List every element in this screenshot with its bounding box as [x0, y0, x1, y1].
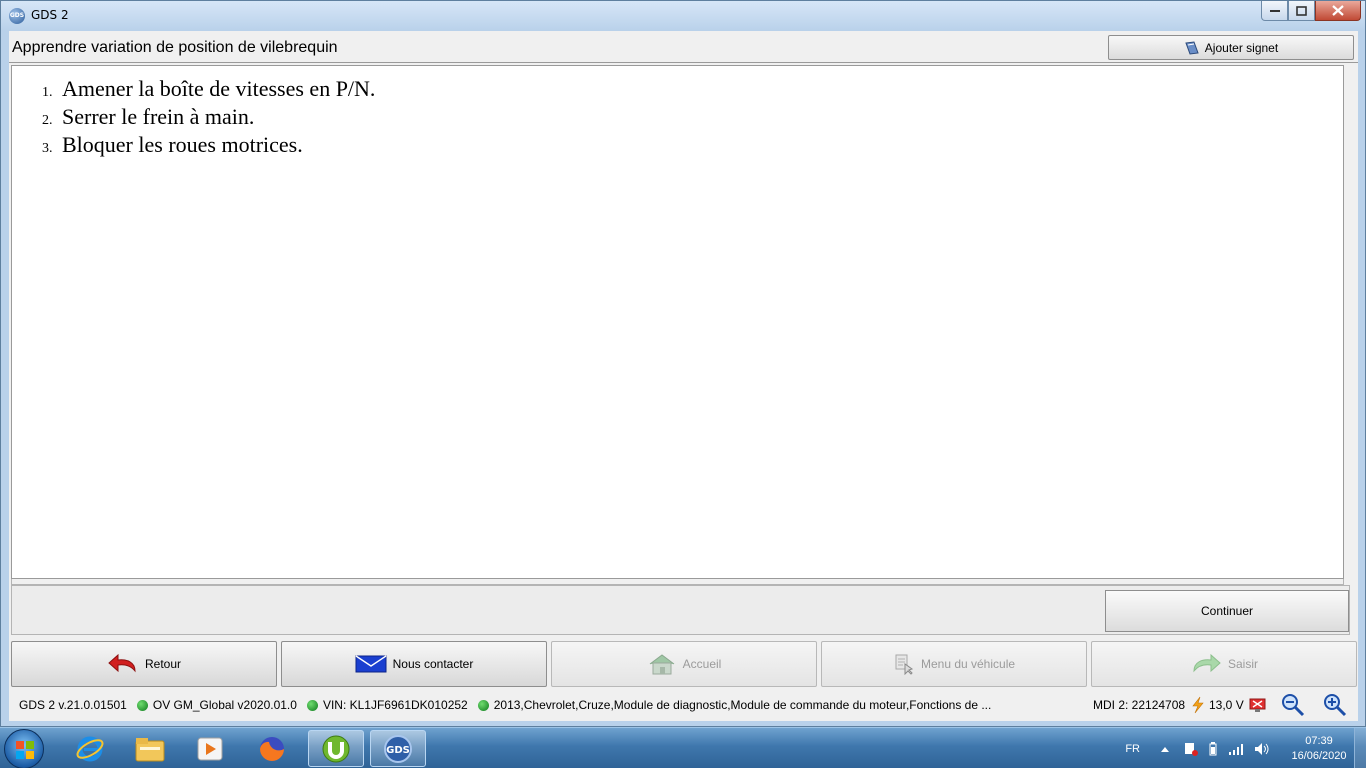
internet-explorer-icon	[76, 736, 104, 761]
taskbar-media-player[interactable]	[182, 730, 238, 767]
clock[interactable]: 07:39 16/06/2020	[1284, 734, 1354, 764]
voltage-text: 13,0 V	[1209, 698, 1244, 712]
voltage-status: 13,0 V	[1191, 696, 1244, 714]
version-text: GDS 2 v.21.0.01501	[19, 698, 127, 712]
minimize-button[interactable]	[1261, 1, 1288, 21]
vin-status: VIN: KL1JF6961DK010252	[306, 698, 468, 712]
windows-logo-icon	[16, 741, 34, 759]
vehicle-menu-label: Menu du véhicule	[920, 657, 1016, 671]
zoom-in-button[interactable]	[1323, 693, 1347, 720]
back-label: Retour	[144, 657, 182, 671]
status-ok-icon	[477, 699, 489, 711]
network-icon[interactable]	[1228, 743, 1244, 755]
show-desktop-button[interactable]	[1354, 728, 1366, 768]
enter-label: Saisir	[1227, 657, 1258, 671]
step-text: Serrer le frein à main.	[62, 104, 255, 129]
utorrent-icon	[322, 735, 350, 762]
firefox-icon	[260, 736, 284, 761]
clock-date: 16/06/2020	[1291, 749, 1347, 762]
version-status: GDS 2 v.21.0.01501	[19, 698, 127, 712]
client-area: Apprendre variation de position de vileb…	[9, 31, 1358, 721]
gds-icon: GDS	[384, 734, 412, 763]
step-number: 2.	[42, 113, 53, 128]
continue-button[interactable]: Continuer	[1105, 590, 1349, 632]
step-number: 1.	[42, 85, 53, 100]
taskbar-file-explorer[interactable]	[122, 730, 178, 767]
minimize-icon	[1269, 9, 1280, 12]
add-bookmark-button[interactable]: Ajouter signet	[1108, 35, 1354, 60]
zoom-out-icon	[1282, 694, 1305, 717]
taskbar-gds2[interactable]: GDS	[370, 730, 426, 767]
step-item: 3. Bloquer les roues motrices.	[42, 132, 375, 160]
database-text: OV GM_Global v2020.01.0	[152, 698, 297, 712]
taskbar-internet-explorer[interactable]	[62, 730, 118, 767]
connection-icon[interactable]	[1249, 697, 1267, 716]
gds-app-icon: GDS	[9, 8, 25, 24]
restore-icon	[1296, 5, 1307, 16]
taskbar-utorrent[interactable]	[308, 730, 364, 767]
mdi-status: MDI 2: 22124708	[1093, 698, 1185, 712]
home-button[interactable]: Accueil	[551, 641, 817, 687]
vehicle-menu-icon	[893, 653, 915, 675]
step-number: 3.	[42, 141, 53, 156]
step-text: Amener la boîte de vitesses en P/N.	[62, 76, 376, 101]
navigation-bar: Retour Nous contacter Accueil Menu du vé…	[9, 639, 1358, 689]
taskbar-firefox[interactable]	[244, 730, 300, 767]
taskbar: GDS FR 07:39 16/06/2020	[0, 727, 1366, 768]
close-icon	[1332, 5, 1344, 16]
step-text: Bloquer les roues motrices.	[62, 132, 303, 157]
title-bar[interactable]: GDS GDS 2	[1, 1, 1366, 31]
envelope-icon	[355, 654, 387, 674]
volume-icon[interactable]	[1254, 742, 1270, 756]
start-button[interactable]	[4, 729, 44, 768]
vehicle-text: 2013,Chevrolet,Cruze,Module de diagnosti…	[493, 698, 992, 712]
home-icon	[647, 652, 677, 676]
language-indicator[interactable]: FR	[1125, 743, 1140, 755]
vin-text: VIN: KL1JF6961DK010252	[322, 698, 468, 712]
lightning-icon	[1192, 696, 1204, 714]
enter-button[interactable]: Saisir	[1091, 641, 1357, 687]
maximize-button[interactable]	[1288, 1, 1315, 21]
back-arrow-icon	[107, 654, 139, 674]
step-item: 1. Amener la boîte de vitesses en P/N.	[42, 76, 375, 104]
svg-text:GDS: GDS	[386, 745, 410, 756]
forward-arrow-icon	[1190, 654, 1222, 674]
close-button[interactable]	[1315, 1, 1361, 21]
action-center-icon[interactable]	[1184, 742, 1198, 756]
gds2-window: GDS GDS 2 Apprendre variation de positio…	[0, 0, 1366, 727]
media-player-icon	[197, 737, 223, 760]
folder-icon	[135, 737, 165, 761]
vehicle-status: 2013,Chevrolet,Cruze,Module de diagnosti…	[477, 698, 992, 712]
action-bar: Continuer	[11, 585, 1350, 635]
mdi-text: MDI 2: 22124708	[1093, 698, 1186, 712]
bookmark-icon	[1185, 40, 1199, 55]
contact-button[interactable]: Nous contacter	[281, 641, 547, 687]
home-label: Accueil	[682, 657, 722, 671]
add-bookmark-label: Ajouter signet	[1204, 40, 1279, 55]
zoom-in-icon	[1324, 694, 1347, 717]
zoom-out-button[interactable]	[1281, 693, 1305, 720]
vehicle-menu-button[interactable]: Menu du véhicule	[821, 641, 1087, 687]
status-ok-icon	[136, 699, 148, 711]
status-bar: GDS 2 v.21.0.01501 OV GM_Global v2020.01…	[9, 691, 1358, 719]
battery-icon[interactable]	[1208, 741, 1218, 756]
back-button[interactable]: Retour	[11, 641, 277, 687]
database-status: OV GM_Global v2020.01.0	[136, 698, 297, 712]
step-item: 2. Serrer le frein à main.	[42, 104, 375, 132]
status-ok-icon	[306, 699, 318, 711]
clock-time: 07:39	[1305, 734, 1333, 747]
steps-list: 1. Amener la boîte de vitesses en P/N. 2…	[42, 76, 375, 160]
page-header: Apprendre variation de position de vileb…	[9, 31, 1358, 63]
contact-label: Nous contacter	[392, 657, 474, 671]
caption-buttons	[1261, 1, 1361, 21]
show-hidden-icons-icon[interactable]	[1160, 745, 1170, 753]
system-tray: FR 07:39 16/06/2020	[1125, 728, 1366, 768]
window-title: GDS 2	[31, 8, 69, 22]
page-title: Apprendre variation de position de vileb…	[12, 39, 338, 56]
instructions-panel: 1. Amener la boîte de vitesses en P/N. 2…	[11, 65, 1344, 579]
